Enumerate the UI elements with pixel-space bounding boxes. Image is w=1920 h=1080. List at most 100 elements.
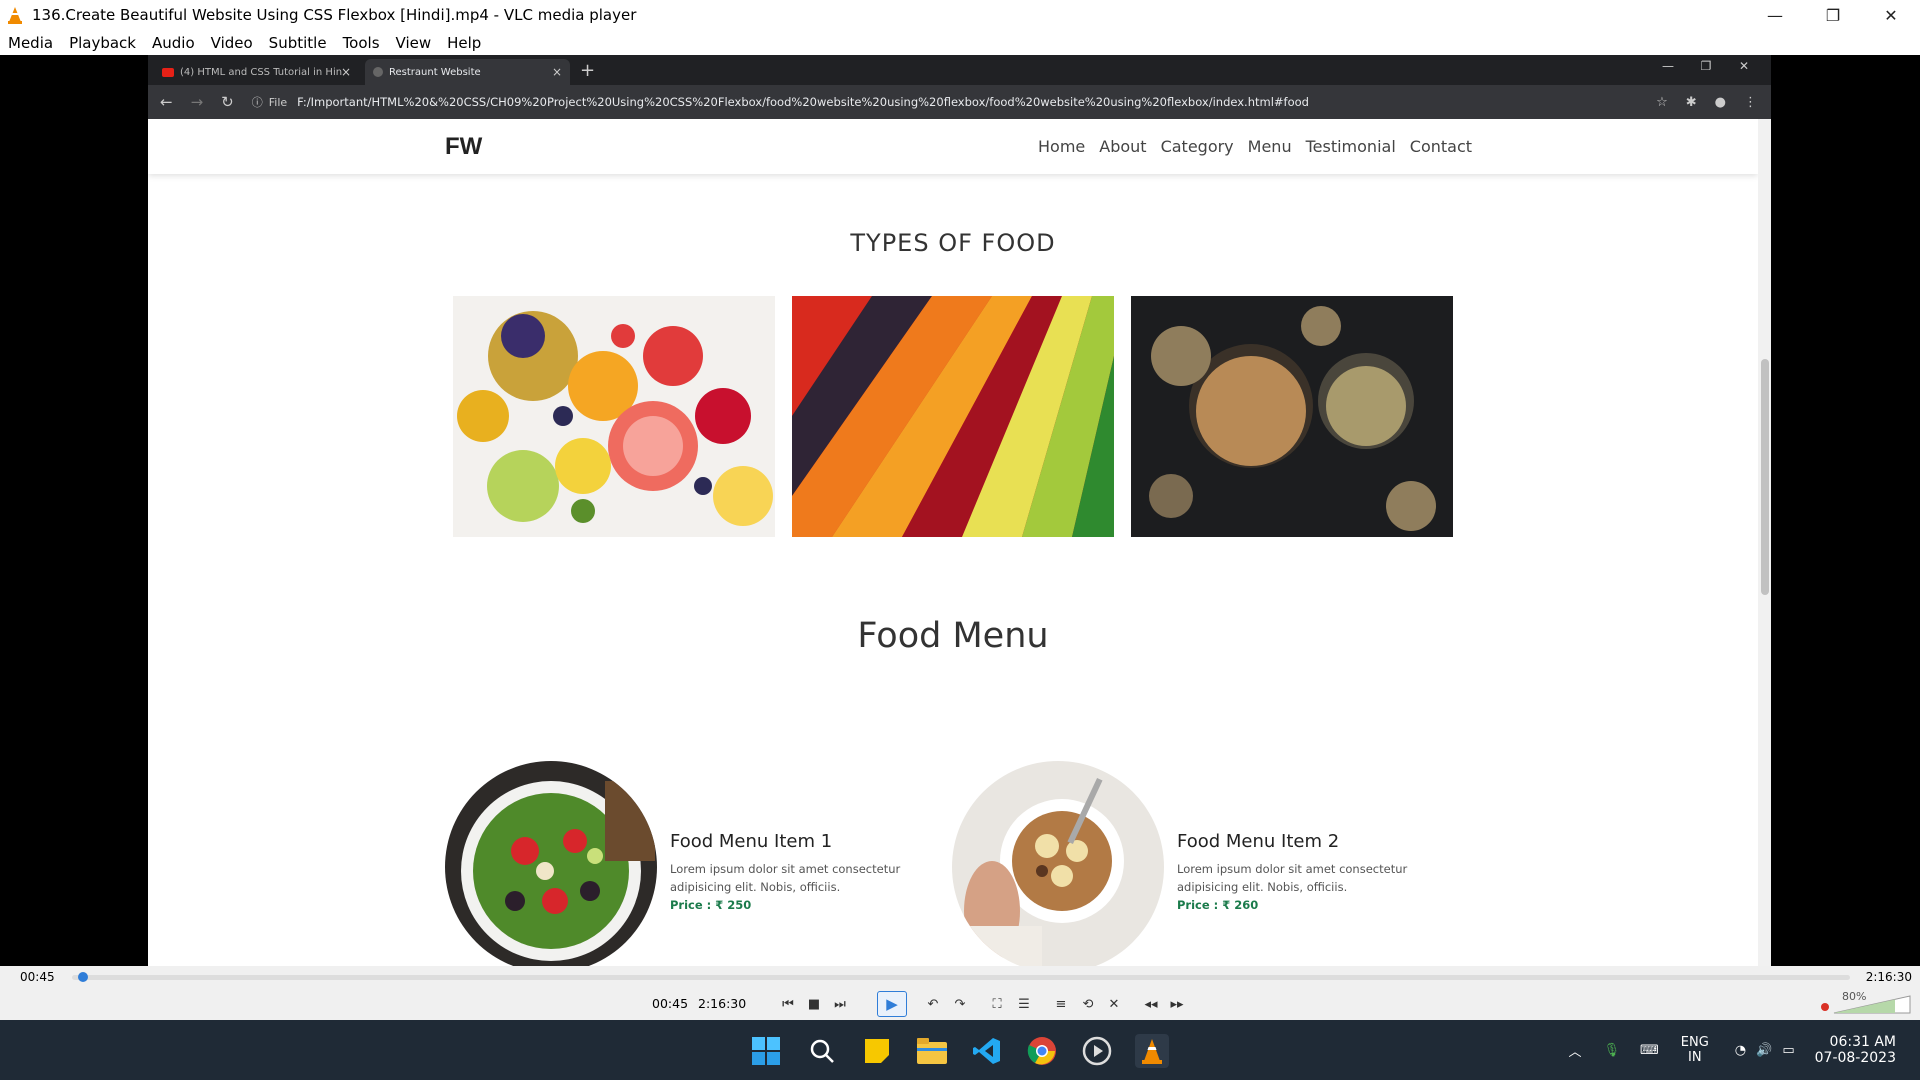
food-menu-heading: Food Menu: [857, 616, 1049, 656]
page-scrollbar[interactable]: [1758, 119, 1771, 966]
previous-icon[interactable]: ⏮: [777, 994, 799, 1014]
menu-subtitle[interactable]: Subtitle: [269, 34, 327, 52]
loop-b-icon[interactable]: ↷: [949, 994, 971, 1014]
search-icon[interactable]: [805, 1034, 839, 1068]
forward-icon[interactable]: →: [191, 93, 204, 111]
menu-item-price: Price : ₹ 260: [1177, 898, 1259, 912]
reload-icon[interactable]: ↻: [221, 93, 234, 111]
browser-close-icon[interactable]: ✕: [1725, 59, 1763, 73]
nav-contact[interactable]: Contact: [1410, 137, 1472, 156]
menu-view[interactable]: View: [396, 34, 432, 52]
menu-item-card: Food Menu Item 1 Lorem ipsum dolor sit a…: [445, 761, 945, 966]
menu-video[interactable]: Video: [211, 34, 253, 52]
nav-testimonial[interactable]: Testimonial: [1306, 137, 1396, 156]
volume-slider[interactable]: 80%: [1820, 990, 1912, 1014]
browser-tab-restaurant[interactable]: Restraunt Website ×: [365, 59, 570, 85]
bookmark-star-icon[interactable]: ☆: [1656, 95, 1668, 110]
menu-audio[interactable]: Audio: [152, 34, 195, 52]
total-time: 2:16:30: [1865, 970, 1912, 984]
volume-label: 80%: [1842, 990, 1867, 1003]
scrollbar-thumb[interactable]: [1761, 359, 1769, 595]
loop-icon[interactable]: ⟲: [1077, 994, 1099, 1014]
extensions-icon[interactable]: ✱: [1686, 95, 1697, 110]
wifi-icon[interactable]: ◔: [1735, 1043, 1746, 1058]
fullscreen-icon[interactable]: ⛶: [986, 994, 1008, 1014]
vlc-menu-bar: Media Playback Audio Video Subtitle Tool…: [0, 30, 1920, 55]
restore-icon[interactable]: ❐: [1804, 0, 1862, 30]
battery-icon[interactable]: ▭: [1782, 1043, 1794, 1058]
file-explorer-icon[interactable]: [915, 1034, 949, 1068]
back-icon[interactable]: ←: [160, 93, 173, 111]
browser-tab-bar: (4) HTML and CSS Tutorial in Hin × Restr…: [148, 55, 1771, 85]
minimize-icon[interactable]: —: [1746, 0, 1804, 30]
chrome-icon[interactable]: [1025, 1034, 1059, 1068]
menu-item-title: Food Menu Item 1: [670, 831, 833, 852]
grains-image: [1131, 296, 1453, 537]
close-tab-icon[interactable]: ×: [341, 65, 351, 79]
chevron-up-icon[interactable]: ︿: [1568, 1041, 1581, 1060]
site-logo[interactable]: FW: [445, 133, 482, 161]
info-icon[interactable]: ⓘ: [252, 94, 263, 110]
extended-settings-icon[interactable]: ☰: [1013, 994, 1035, 1014]
vlc-title-bar: 136.Create Beautiful Website Using CSS F…: [0, 0, 1920, 30]
sticky-notes-icon[interactable]: [860, 1034, 894, 1068]
media-player-icon[interactable]: [1080, 1034, 1114, 1068]
seek-row: 00:45 2:16:30: [0, 966, 1920, 988]
nav-about[interactable]: About: [1099, 137, 1146, 156]
profile-avatar[interactable]: ●: [1715, 95, 1726, 110]
language-region[interactable]: IN: [1688, 1050, 1702, 1065]
play-button[interactable]: ▶: [877, 991, 907, 1017]
language-code[interactable]: ENG: [1681, 1035, 1709, 1050]
windows-taskbar: ︿ 🎙 ⌨ ENG IN ◔ 🔊 ▭ 06:31 AM 07-08-2023: [0, 1020, 1920, 1080]
controls-elapsed-time: 00:45: [652, 996, 689, 1011]
browser-restore-icon[interactable]: ❐: [1687, 59, 1725, 73]
youtube-icon: [162, 67, 174, 77]
microphone-icon[interactable]: 🎙: [1604, 1043, 1621, 1058]
menu-item-price: Price : ₹ 250: [670, 898, 752, 912]
playlist-icon[interactable]: ≡: [1050, 994, 1072, 1014]
menu-help[interactable]: Help: [447, 34, 481, 52]
player-controls: 00:45 2:16:30 ⏮ ■ ⏭ ▶ ↶ ↷ ⛶ ☰ ≡ ⟲ ✕ ◂◂ ▸…: [0, 988, 1920, 1020]
types-of-food-heading: TYPES OF FOOD: [850, 229, 1056, 257]
seek-handle[interactable]: [77, 972, 88, 982]
close-tab-icon[interactable]: ×: [552, 65, 562, 79]
clock-time[interactable]: 06:31 AM: [1830, 1034, 1896, 1050]
granola-bowl-image: [952, 761, 1164, 966]
nav-category[interactable]: Category: [1161, 137, 1234, 156]
close-icon[interactable]: ✕: [1862, 0, 1920, 30]
video-area[interactable]: (4) HTML and CSS Tutorial in Hin × Restr…: [0, 55, 1920, 966]
browser-window: (4) HTML and CSS Tutorial in Hin × Restr…: [148, 55, 1771, 966]
url-field[interactable]: F:/Important/HTML%20&%20CSS/CH09%20Proje…: [297, 95, 1637, 109]
controls-total-time: 2:16:30: [698, 996, 747, 1011]
shuffle-icon[interactable]: ✕: [1103, 994, 1125, 1014]
next-icon[interactable]: ⏭: [829, 994, 851, 1014]
menu-item-card: Food Menu Item 2 Lorem ipsum dolor sit a…: [952, 761, 1452, 966]
browser-tab-youtube[interactable]: (4) HTML and CSS Tutorial in Hin ×: [154, 59, 359, 85]
nav-home[interactable]: Home: [1038, 137, 1085, 156]
menu-media[interactable]: Media: [8, 34, 53, 52]
faster-icon[interactable]: ▸▸: [1166, 994, 1188, 1014]
loop-a-icon[interactable]: ↶: [922, 994, 944, 1014]
new-tab-icon[interactable]: +: [580, 60, 595, 81]
salad-image: [445, 761, 657, 966]
windows-start-icon[interactable]: [749, 1034, 783, 1068]
keyboard-icon[interactable]: ⌨: [1640, 1043, 1659, 1058]
stop-icon[interactable]: ■: [803, 994, 825, 1014]
vlc-cone-icon: [6, 6, 24, 24]
nav-menu[interactable]: Menu: [1248, 137, 1292, 156]
vscode-icon[interactable]: [970, 1034, 1004, 1068]
speaker-icon[interactable]: 🔊: [1756, 1043, 1772, 1058]
browser-minimize-icon[interactable]: —: [1649, 59, 1687, 73]
vlc-taskbar-icon[interactable]: [1135, 1034, 1169, 1068]
window-title: 136.Create Beautiful Website Using CSS F…: [32, 6, 637, 24]
menu-item-title: Food Menu Item 2: [1177, 831, 1340, 852]
browser-menu-icon[interactable]: ⋮: [1744, 95, 1757, 110]
seek-bar[interactable]: [72, 975, 1850, 980]
clock-date[interactable]: 07-08-2023: [1815, 1050, 1896, 1066]
menu-tools[interactable]: Tools: [343, 34, 380, 52]
file-label: File: [268, 95, 288, 109]
vegetables-image: [792, 296, 1114, 537]
slower-icon[interactable]: ◂◂: [1140, 994, 1162, 1014]
menu-playback[interactable]: Playback: [69, 34, 136, 52]
globe-icon: [373, 67, 383, 77]
